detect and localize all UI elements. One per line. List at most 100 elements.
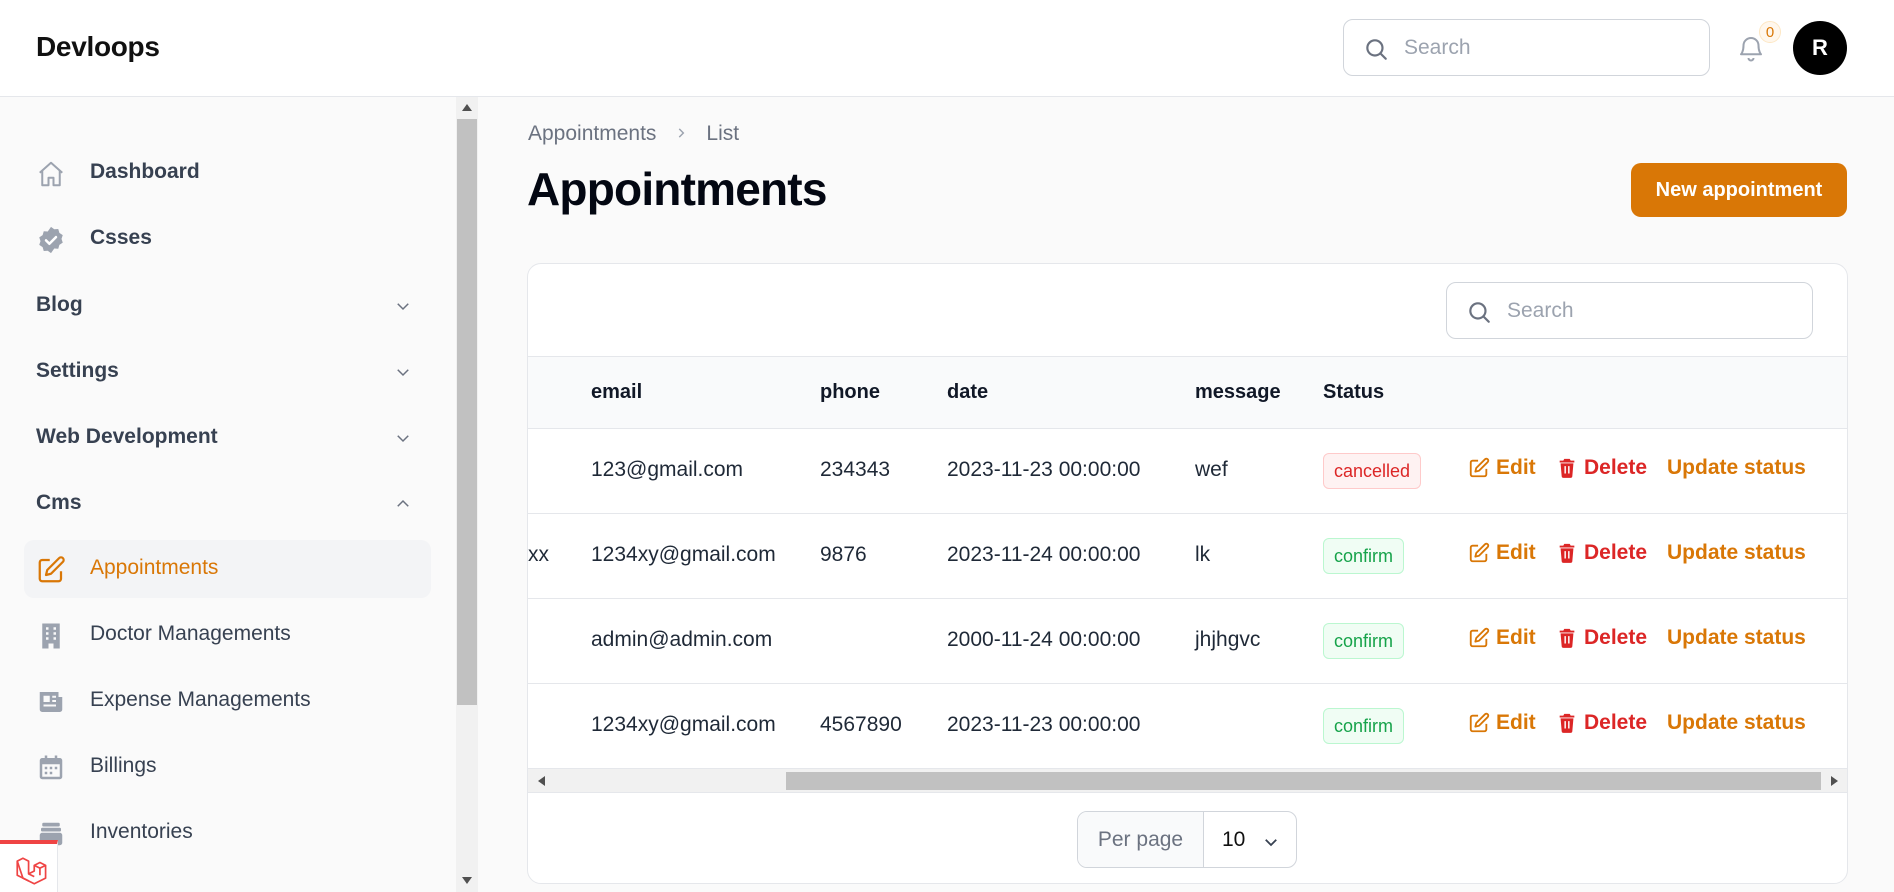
table-header: email phone date message Status [528, 356, 1847, 429]
sidebar-item-billings[interactable]: Billings [24, 738, 431, 796]
chevron-down-icon [397, 369, 409, 377]
table-horizontal-scrollbar[interactable] [528, 769, 1847, 793]
sidebar-group-settings[interactable]: Settings [36, 351, 416, 391]
sidebar-item-inventories[interactable]: Inventories [24, 804, 431, 862]
cell-name-fragment: xx [528, 543, 549, 566]
scroll-down-arrow[interactable] [462, 877, 472, 884]
table-search-input[interactable] [1507, 283, 1797, 338]
edit-action[interactable]: Edit [1468, 711, 1536, 735]
per-page-value[interactable]: 10 [1222, 828, 1245, 852]
column-header-email[interactable]: email [591, 381, 642, 404]
update-status-action[interactable]: Update status [1667, 456, 1806, 480]
breadcrumb: Appointments List [528, 122, 739, 146]
search-icon [1366, 39, 1387, 60]
sidebar-item-label: Dashboard [90, 160, 200, 183]
delete-action[interactable]: Delete [1556, 711, 1647, 735]
edit-action[interactable]: Edit [1468, 626, 1536, 650]
global-search-input[interactable] [1404, 20, 1694, 75]
cell-message: wef [1195, 458, 1228, 481]
delete-action[interactable]: Delete [1556, 456, 1647, 480]
edit-action[interactable]: Edit [1468, 456, 1536, 480]
sidebar-group-label: Cms [36, 491, 82, 514]
status-badge: confirm [1323, 538, 1405, 574]
delete-action[interactable]: Delete [1556, 626, 1647, 650]
sidebar-item-label: Inventories [90, 820, 193, 843]
sidebar-item-label: Appointments [90, 556, 219, 579]
breadcrumb-current: List [706, 122, 740, 146]
update-status-action[interactable]: Update status [1667, 711, 1806, 735]
cell-date: 2023-11-23 00:00:00 [947, 458, 1141, 481]
page-title: Appointments [527, 163, 827, 215]
scroll-up-arrow[interactable] [462, 104, 472, 111]
chevron-right-icon [679, 128, 685, 138]
sidebar-group-label: Web Development [36, 425, 218, 448]
new-appointment-button[interactable]: New appointment [1631, 163, 1847, 217]
cell-message: jhjhgvc [1195, 628, 1261, 651]
cell-phone: 4567890 [820, 713, 902, 736]
edit-label: Edit [1496, 456, 1536, 479]
sidebar-group-label: Blog [36, 293, 83, 316]
building-icon [42, 623, 60, 649]
edit-action[interactable]: Edit [1468, 541, 1536, 565]
sidebar-item-csses[interactable]: Csses [24, 210, 431, 268]
per-page-select[interactable]: Per page 10 [1077, 811, 1297, 868]
sidebar-group-blog[interactable]: Blog [36, 285, 416, 325]
trash-icon [1559, 713, 1575, 733]
search-icon [1469, 302, 1490, 323]
column-header-status[interactable]: Status [1323, 381, 1384, 404]
breadcrumb-parent-link[interactable]: Appointments [528, 122, 656, 146]
cell-phone: 234343 [820, 458, 891, 481]
top-bar: Devloops 0 R [0, 0, 1894, 97]
global-search[interactable] [1343, 19, 1710, 76]
sidebar-item-label: Doctor Managements [90, 622, 291, 645]
delete-label: Delete [1584, 541, 1648, 564]
scrollbar-thumb[interactable] [786, 772, 1821, 790]
sidebar-item-label: Expense Managements [90, 688, 311, 711]
sidebar-item-dashboard[interactable]: Dashboard [24, 144, 431, 202]
notifications-count-badge: 0 [1759, 21, 1781, 43]
cell-email: 123@gmail.com [591, 458, 744, 481]
status-badge: confirm [1323, 708, 1405, 744]
column-header-message[interactable]: message [1195, 381, 1281, 404]
debugbar-toggle[interactable] [0, 840, 58, 892]
scroll-right-arrow[interactable] [1831, 776, 1838, 786]
sidebar-scrollbar[interactable] [456, 97, 478, 892]
chevron-up-icon [397, 499, 409, 507]
cell-date: 2023-11-24 00:00:00 [947, 543, 1141, 566]
scrollbar-thumb[interactable] [457, 119, 477, 705]
trash-icon [1559, 628, 1575, 648]
column-header-date[interactable]: date [947, 381, 988, 404]
sidebar-item-doctor-managements[interactable]: Doctor Managements [24, 606, 431, 664]
update-status-action[interactable]: Update status [1667, 541, 1806, 565]
edit-label: Edit [1496, 711, 1536, 734]
home-icon [39, 161, 63, 187]
status-badge: confirm [1323, 623, 1405, 659]
edit-label: Edit [1496, 541, 1536, 564]
delete-label: Delete [1584, 711, 1648, 734]
scroll-left-arrow[interactable] [538, 776, 545, 786]
sidebar-group-cms[interactable]: Cms [36, 483, 416, 523]
pencil-square-icon [1469, 627, 1490, 648]
newspaper-icon [39, 692, 63, 712]
chevron-down-icon [397, 303, 409, 311]
per-page-label: Per page [1078, 812, 1204, 867]
sidebar-group-web-development[interactable]: Web Development [36, 417, 416, 457]
chevron-down-icon [1265, 839, 1277, 847]
calendar-icon [39, 755, 63, 780]
chevron-down-icon [397, 435, 409, 443]
column-header-phone[interactable]: phone [820, 381, 880, 404]
laravel-logo-icon [16, 857, 47, 885]
update-status-action[interactable]: Update status [1667, 626, 1806, 650]
table-search[interactable] [1446, 282, 1813, 339]
delete-label: Delete [1584, 456, 1648, 479]
status-badge: cancelled [1323, 453, 1422, 489]
user-avatar[interactable]: R [1793, 21, 1847, 75]
sidebar-item-appointments[interactable]: Appointments [24, 540, 431, 598]
cell-date: 2023-11-23 00:00:00 [947, 713, 1141, 736]
pencil-square-icon [38, 556, 65, 583]
brand-logo[interactable]: Devloops [36, 31, 160, 63]
delete-action[interactable]: Delete [1556, 541, 1647, 565]
sidebar-item-expense-managements[interactable]: Expense Managements [24, 672, 431, 730]
sidebar: Dashboard Csses Blog Settings Web Develo… [0, 97, 456, 892]
trash-icon [1559, 458, 1575, 478]
